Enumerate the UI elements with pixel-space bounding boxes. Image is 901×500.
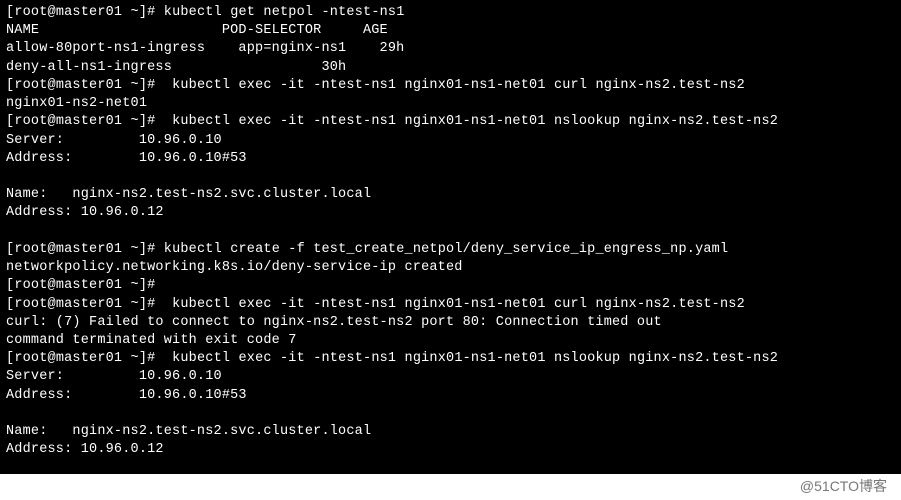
prompt-bracket-close: ]# [139, 242, 156, 257]
prompt-path: ~ [131, 297, 139, 312]
prompt-user: root@master01 [14, 242, 122, 257]
output-line: Address: 10.96.0.10#53 [6, 387, 895, 405]
prompt-user: root@master01 [14, 78, 122, 93]
terminal-line: [root@master01 ~]# kubectl exec -it -nte… [6, 77, 895, 95]
terminal-line: [root@master01 ~]# kubectl exec -it -nte… [6, 113, 895, 131]
command-text: kubectl exec -it -ntest-ns1 nginx01-ns1-… [164, 78, 745, 93]
terminal-blank-line [6, 405, 895, 423]
command-text: kubectl exec -it -ntest-ns1 nginx01-ns1-… [164, 351, 778, 366]
prompt-user: root@master01 [14, 5, 122, 20]
prompt-bracket-close: ]# [139, 114, 156, 129]
prompt-path: ~ [131, 242, 139, 257]
output-line: NAME POD-SELECTOR AGE [6, 22, 895, 40]
output-line: networkpolicy.networking.k8s.io/deny-ser… [6, 259, 895, 277]
prompt-user: root@master01 [14, 114, 122, 129]
prompt-path: ~ [131, 78, 139, 93]
terminal-line: [root@master01 ~]# kubectl get netpol -n… [6, 4, 895, 22]
prompt-path: ~ [131, 278, 139, 293]
output-line: Name: nginx-ns2.test-ns2.svc.cluster.loc… [6, 423, 895, 441]
output-line: Server: 10.96.0.10 [6, 368, 895, 386]
footer-strip [0, 474, 901, 500]
command-text: kubectl exec -it -ntest-ns1 nginx01-ns1-… [164, 114, 778, 129]
terminal-output[interactable]: [root@master01 ~]# kubectl get netpol -n… [6, 4, 895, 496]
terminal-blank-line [6, 223, 895, 241]
output-line: Address: 10.96.0.10#53 [6, 150, 895, 168]
command-text: kubectl get netpol -ntest-ns1 [164, 5, 405, 20]
output-line: deny-all-ns1-ingress 30h [6, 59, 895, 77]
prompt-user: root@master01 [14, 351, 122, 366]
prompt-bracket-close: ]# [139, 78, 156, 93]
prompt-bracket-close: ]# [139, 278, 156, 293]
prompt-path: ~ [131, 5, 139, 20]
prompt-sep [122, 278, 130, 293]
output-line: Name: nginx-ns2.test-ns2.svc.cluster.loc… [6, 186, 895, 204]
output-line: command terminated with exit code 7 [6, 332, 895, 350]
output-line: Server: 10.96.0.10 [6, 132, 895, 150]
output-line: allow-80port-ns1-ingress app=nginx-ns1 2… [6, 40, 895, 58]
terminal-blank-line [6, 168, 895, 186]
prompt-user: root@master01 [14, 297, 122, 312]
output-line: Address: 10.96.0.12 [6, 204, 895, 222]
command-text: kubectl exec -it -ntest-ns1 nginx01-ns1-… [164, 297, 745, 312]
prompt-path: ~ [131, 114, 139, 129]
prompt-sep [122, 351, 130, 366]
prompt-user: root@master01 [14, 278, 122, 293]
prompt-sep [122, 78, 130, 93]
output-line: Address: 10.96.0.12 [6, 441, 895, 459]
prompt-sep [122, 114, 130, 129]
prompt-bracket-close: ]# [139, 351, 156, 366]
watermark-text: @51CTO博客 [800, 477, 887, 496]
output-line: curl: (7) Failed to connect to nginx-ns2… [6, 314, 895, 332]
terminal-line: [root@master01 ~]# kubectl create -f tes… [6, 241, 895, 259]
prompt-sep [122, 242, 130, 257]
prompt-bracket-close: ]# [139, 5, 156, 20]
terminal-line: [root@master01 ~]# [6, 277, 895, 295]
output-line: nginx01-ns2-net01 [6, 95, 895, 113]
prompt-sep [122, 297, 130, 312]
terminal-line: [root@master01 ~]# kubectl exec -it -nte… [6, 296, 895, 314]
terminal-line: [root@master01 ~]# kubectl exec -it -nte… [6, 350, 895, 368]
prompt-path: ~ [131, 351, 139, 366]
command-text: kubectl create -f test_create_netpol/den… [164, 242, 729, 257]
prompt-sep [122, 5, 130, 20]
prompt-bracket-close: ]# [139, 297, 156, 312]
